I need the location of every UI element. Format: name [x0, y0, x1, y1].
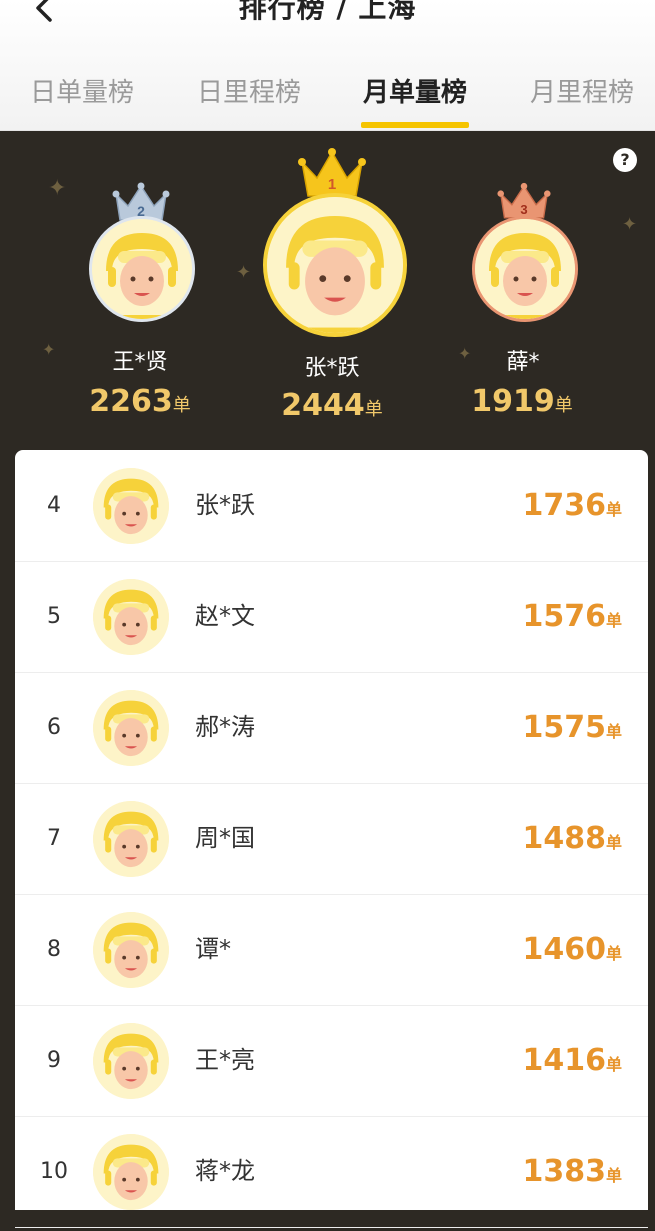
- top1-name: 张*跃: [304, 356, 360, 381]
- avatar: [93, 912, 169, 988]
- help-icon[interactable]: ?: [613, 148, 637, 172]
- avatar[interactable]: [263, 193, 407, 337]
- tab-bar: 日单量榜 日里程榜 月单量榜 月里程榜: [0, 70, 655, 130]
- app-header: 排行榜 / 上海 日单量榜 日里程榜 月单量榜 月里程榜: [0, 0, 655, 130]
- list-item[interactable]: 7 周*国 1488单: [15, 783, 648, 895]
- rank-number: 10: [40, 1159, 68, 1184]
- courier-name: 王*亮: [195, 1046, 255, 1074]
- order-count: 1416单: [522, 1043, 622, 1078]
- avatar[interactable]: [89, 216, 195, 322]
- courier-avatar-icon: [93, 801, 169, 877]
- courier-avatar-icon: [475, 219, 575, 319]
- rank-number: 6: [47, 715, 61, 740]
- order-count: 1575单: [522, 710, 622, 745]
- courier-avatar-icon: [93, 579, 169, 655]
- order-count: 1383单: [522, 1154, 622, 1189]
- tab-monthly-orders[interactable]: 月单量榜: [335, 70, 495, 130]
- order-count: 1460单: [522, 932, 622, 967]
- order-count: 1736单: [522, 488, 622, 523]
- avatar[interactable]: [472, 216, 578, 322]
- list-item[interactable]: 9 王*亮 1416单: [15, 1005, 648, 1117]
- sparkle-icon: ✦: [622, 214, 638, 235]
- courier-avatar-icon: [93, 1023, 169, 1099]
- tab-daily-mileage[interactable]: 日里程榜: [169, 70, 329, 130]
- avatar: [93, 690, 169, 766]
- courier-avatar-icon: [267, 197, 403, 333]
- courier-name: 蒋*龙: [195, 1157, 255, 1185]
- rank-number: 4: [47, 493, 61, 518]
- courier-name: 郝*涛: [195, 713, 255, 741]
- list-item[interactable]: 5 赵*文 1576单: [15, 561, 648, 673]
- page-title: 排行榜 / 上海: [238, 0, 417, 24]
- sparkle-icon: ✦: [42, 340, 56, 359]
- top1-count: 2444单: [281, 388, 383, 423]
- courier-avatar-icon: [93, 690, 169, 766]
- courier-name: 谭*: [195, 935, 231, 963]
- avatar: [93, 468, 169, 544]
- avatar: [93, 1134, 169, 1210]
- list-item[interactable]: 10 蒋*龙 1383单: [15, 1116, 648, 1228]
- active-tab-indicator: [361, 122, 469, 128]
- top3-count: 1919单: [471, 384, 573, 419]
- top3-name: 薛*: [506, 350, 540, 375]
- rank-number: 5: [47, 604, 61, 629]
- tab-daily-orders[interactable]: 日单量榜: [2, 70, 162, 130]
- rank-number: 8: [47, 937, 61, 962]
- order-count: 1576单: [522, 599, 622, 634]
- rank-number: 7: [47, 826, 61, 851]
- list-item[interactable]: 4 张*跃 1736单: [15, 450, 648, 562]
- crown-rank-label: 1: [328, 176, 336, 193]
- courier-name: 赵*文: [195, 602, 255, 630]
- top2-name: 王*贤: [112, 350, 168, 375]
- avatar: [93, 801, 169, 877]
- avatar: [93, 1023, 169, 1099]
- courier-avatar-icon: [92, 219, 192, 319]
- courier-name: 张*跃: [195, 491, 255, 519]
- crown-rank-label: 3: [520, 202, 527, 217]
- ranking-list: 4 张*跃 1736单 5 赵*文 1576单 6 郝*涛 1575单 7 周*…: [15, 450, 648, 1228]
- sparkle-icon: ✦: [236, 262, 252, 283]
- list-item[interactable]: 6 郝*涛 1575单: [15, 672, 648, 784]
- list-item[interactable]: 8 谭* 1460单: [15, 894, 648, 1006]
- tab-monthly-mileage[interactable]: 月里程榜: [502, 70, 655, 130]
- top2-count: 2263单: [89, 384, 191, 419]
- order-count: 1488单: [522, 821, 622, 856]
- courier-avatar-icon: [93, 912, 169, 988]
- rank-number: 9: [47, 1048, 61, 1073]
- courier-avatar-icon: [93, 468, 169, 544]
- sparkle-icon: ✦: [48, 176, 67, 201]
- courier-avatar-icon: [93, 1134, 169, 1210]
- courier-name: 周*国: [195, 824, 255, 852]
- avatar: [93, 579, 169, 655]
